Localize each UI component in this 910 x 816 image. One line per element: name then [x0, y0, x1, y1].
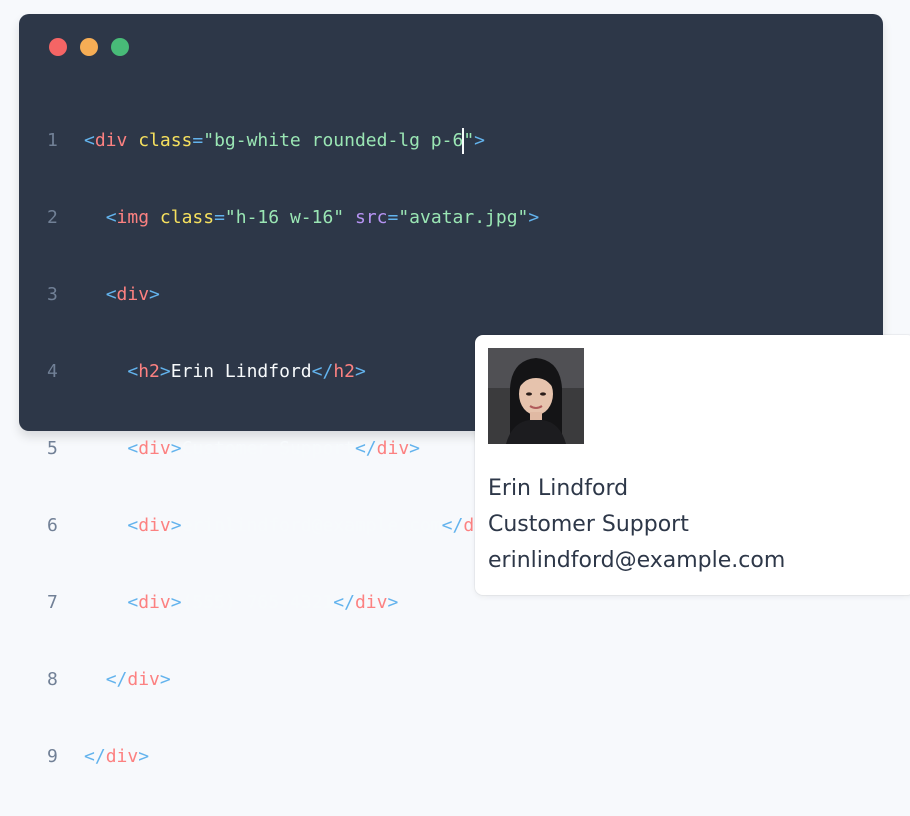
- line-number: 2: [47, 207, 58, 228]
- line-source: <h2>Erin Lindford</h2>: [127, 361, 366, 382]
- maximize-dot-icon[interactable]: [111, 38, 129, 56]
- line-source: <div class="bg-white rounded-lg p-6">: [75, 123, 485, 158]
- line-source: </div>: [84, 746, 150, 767]
- line-number: 8: [47, 669, 58, 690]
- code-line-1: 1 <div class="bg-white rounded-lg p-6">: [19, 123, 883, 158]
- avatar: [488, 348, 584, 444]
- line-number: 7: [47, 592, 58, 613]
- line-source: <div>: [105, 284, 160, 305]
- code-line-3: 3 <div>: [19, 277, 883, 312]
- line-source: <div>erinlindford@example.com</div>: [127, 515, 506, 536]
- line-number: 4: [47, 361, 58, 382]
- code-line-9: 9 </div>: [19, 739, 883, 774]
- line-number: 9: [47, 746, 58, 767]
- line-source: </div>: [105, 669, 171, 690]
- contact-role: Customer Support: [488, 512, 689, 537]
- line-number: 3: [47, 284, 58, 305]
- line-source: <div>Customer Support</div>: [127, 438, 420, 459]
- minimize-dot-icon[interactable]: [80, 38, 98, 56]
- line-number: 5: [47, 438, 58, 459]
- preview-card: Erin Lindford Customer Support erinlindf…: [475, 335, 910, 595]
- line-source: <div>(555) 765-4321</div>: [127, 592, 399, 613]
- line-source: <img class="h-16 w-16" src="avatar.jpg">: [105, 207, 540, 228]
- code-line-2: 2 <img class="h-16 w-16" src="avatar.jpg…: [19, 200, 883, 235]
- window-controls: [49, 38, 129, 56]
- contact-email: erinlindford@example.com: [488, 548, 786, 573]
- code-line-8: 8 </div>: [19, 662, 883, 697]
- contact-name: Erin Lindford: [488, 476, 629, 501]
- contact-info: Erin Lindford Customer Support erinlindf…: [488, 471, 785, 579]
- line-number: 1: [47, 130, 58, 151]
- line-number: 6: [47, 515, 58, 536]
- close-dot-icon[interactable]: [49, 38, 67, 56]
